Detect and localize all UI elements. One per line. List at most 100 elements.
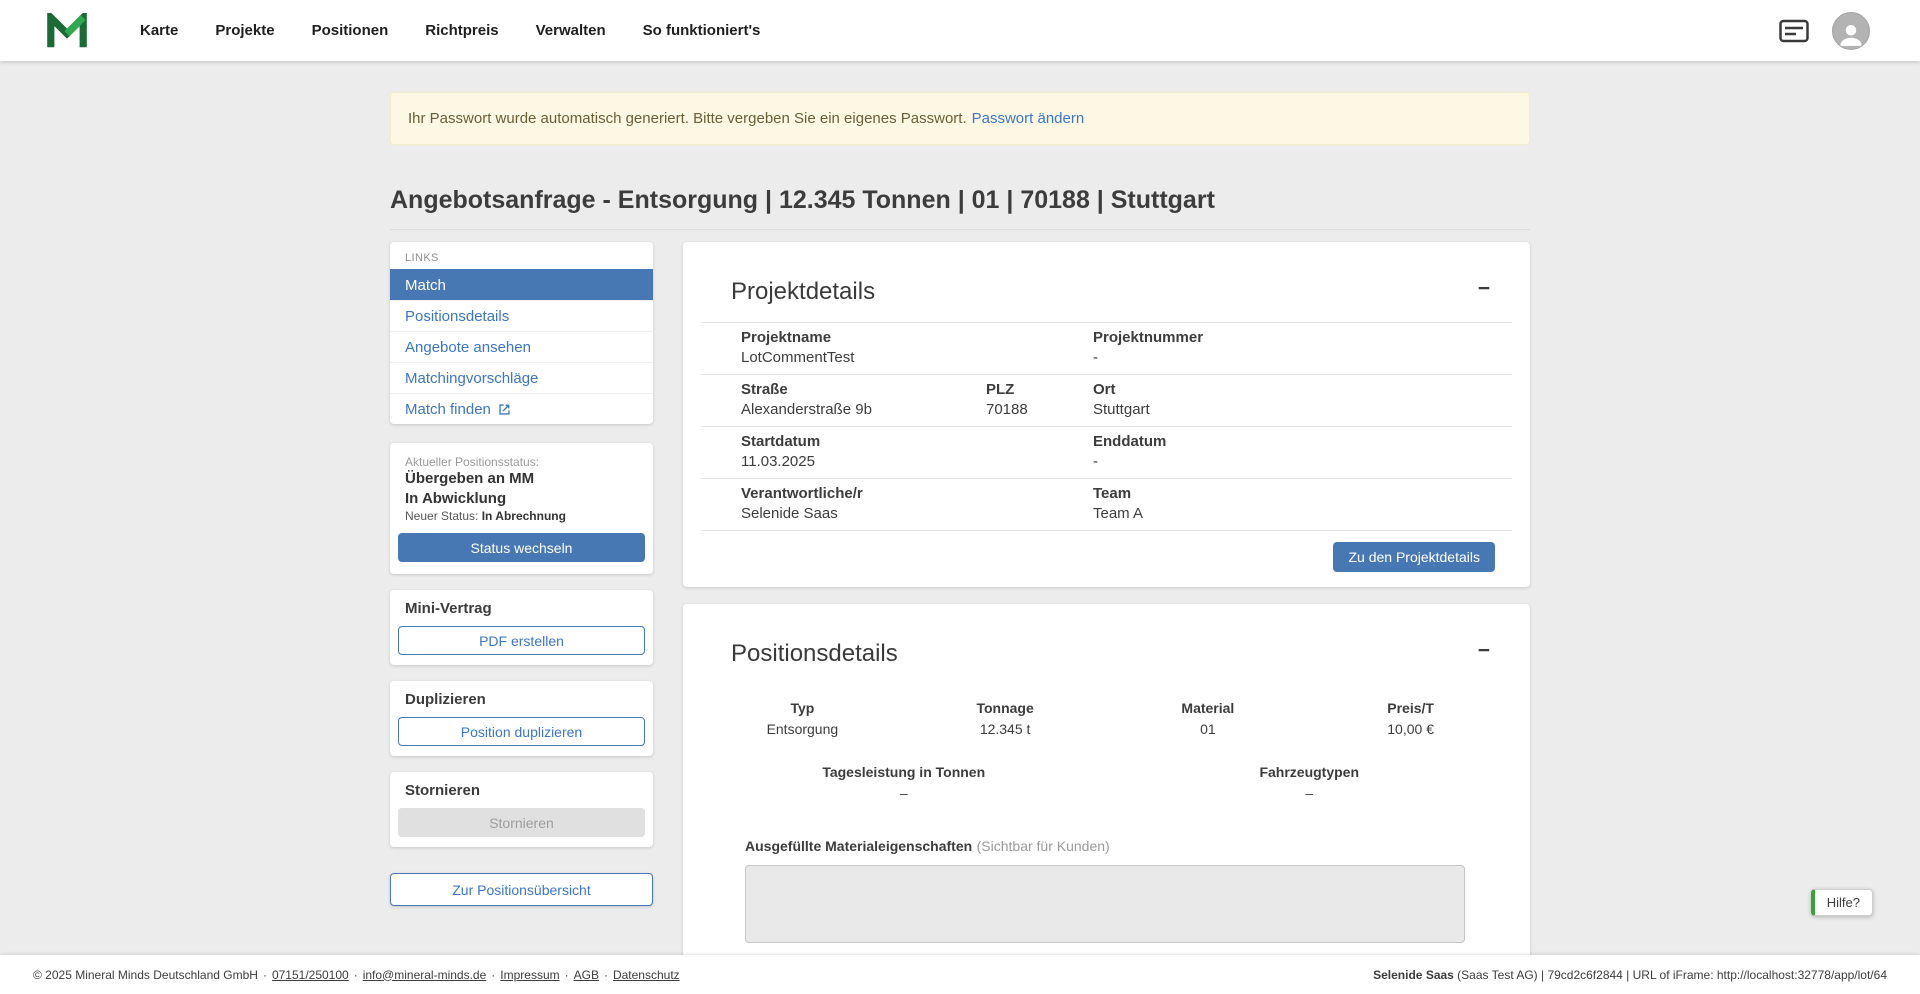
preis-field: Preis/T 10,00 € (1309, 700, 1512, 738)
footer-link-phone[interactable]: 07151/250100 (272, 968, 349, 982)
team-label: Team (1093, 484, 1512, 504)
footer-user-name: Selenide Saas (1373, 968, 1454, 982)
server-icon (1779, 19, 1809, 43)
footer-left: © 2025 Mineral Minds Deutschland GmbH · … (33, 968, 680, 982)
page-content: Ihr Passwort wurde automatisch generiert… (0, 61, 1920, 955)
stornieren-button[interactable]: Stornieren (398, 808, 645, 837)
sidebar-item-positionsdetails[interactable]: Positionsdetails (390, 300, 653, 331)
sidebar-item-matchingvorschlaege[interactable]: Matchingvorschläge (390, 362, 653, 393)
projektname-label: Projektname (741, 328, 986, 348)
footer-link-agb[interactable]: AGB (574, 968, 599, 982)
tonnage-value: 12.345 t (904, 721, 1107, 738)
tagesleistung-value: – (701, 785, 1107, 802)
tagesleistung-label: Tagesleistung in Tonnen (701, 764, 1107, 781)
sidebar-item-angebote-ansehen[interactable]: Angebote ansehen (390, 331, 653, 362)
verantwortliche-value: Selenide Saas (741, 504, 986, 524)
ort-field: Ort Stuttgart (1093, 380, 1512, 420)
strasse-label: Straße (741, 380, 986, 400)
enddatum-value: - (1093, 452, 1512, 472)
new-status-label: Neuer Status: (405, 509, 478, 523)
new-status-value: In Abrechnung (482, 509, 566, 523)
verantwortliche-field: Verantwortliche/r Selenide Saas (741, 484, 986, 524)
footer-user-rest: (Saas Test AG) | 79cd2c6f2844 | URL of i… (1454, 968, 1887, 982)
nav-item-projekte[interactable]: Projekte (215, 22, 274, 39)
projektname-field: Projektname LotCommentTest (741, 328, 986, 368)
page-title: Angebotsanfrage - Entsorgung | 12.345 To… (390, 185, 1530, 215)
strasse-value: Alexanderstraße 9b (741, 400, 986, 420)
position-summary-row: Typ Entsorgung Tonnage 12.345 t Material… (701, 700, 1512, 738)
sidebar-item-matchingvorschlaege-label: Matchingvorschläge (405, 370, 538, 387)
typ-label: Typ (701, 700, 904, 717)
status-line-1: Übergeben an MM (405, 469, 638, 489)
sidebar-item-match-label: Match (405, 277, 446, 294)
status-line-2: In Abwicklung (405, 489, 638, 509)
status-wechseln-button[interactable]: Status wechseln (398, 533, 645, 562)
footer-separator: · (565, 968, 569, 982)
team-field: Team Team A (1093, 484, 1512, 524)
preis-label: Preis/T (1309, 700, 1512, 717)
avatar[interactable] (1832, 12, 1870, 50)
nav-item-so-funktionierts[interactable]: So funktioniert's (643, 22, 761, 39)
zur-positionsuebersicht-button[interactable]: Zur Positionsübersicht (390, 873, 653, 906)
footer-link-email[interactable]: info@mineral-minds.de (363, 968, 487, 982)
projektnummer-field: Projektnummer - (1093, 328, 1512, 368)
positionsdetails-card: Positionsdetails − Typ Entsorgung Tonnag… (683, 604, 1530, 955)
projektdetails-table: Projektname LotCommentTest Projektnummer… (701, 322, 1512, 531)
strasse-field: Straße Alexanderstraße 9b (741, 380, 986, 420)
sidebar-item-positionsdetails-label: Positionsdetails (405, 308, 509, 325)
zu-den-projektdetails-button[interactable]: Zu den Projektdetails (1333, 542, 1495, 572)
nav-item-richtpreis[interactable]: Richtpreis (425, 22, 498, 39)
position-secondary-row: Tagesleistung in Tonnen – Fahrzeugtypen … (701, 764, 1512, 802)
preis-value: 10,00 € (1309, 721, 1512, 738)
material-field: Material 01 (1107, 700, 1310, 738)
plz-field: PLZ 70188 (986, 380, 1093, 420)
tagesleistung-field: Tagesleistung in Tonnen – (701, 764, 1107, 802)
sidebar-item-match-finden-label: Match finden (405, 401, 491, 418)
verantwortliche-label: Verantwortliche/r (741, 484, 986, 504)
mineral-minds-logo-icon[interactable] (46, 13, 88, 49)
position-duplizieren-button[interactable]: Position duplizieren (398, 717, 645, 746)
external-link-icon (498, 403, 511, 416)
startdatum-field: Startdatum 11.03.2025 (741, 432, 986, 472)
typ-field: Typ Entsorgung (701, 700, 904, 738)
materialeigenschaften-textarea[interactable] (745, 865, 1465, 943)
positionsdetails-collapse-button[interactable]: − (1474, 640, 1494, 662)
sidebar-item-match-finden[interactable]: Match finden (390, 393, 653, 424)
plz-value: 70188 (986, 400, 1093, 420)
pdf-erstellen-button[interactable]: PDF erstellen (398, 626, 645, 655)
footer-separator: · (354, 968, 358, 982)
materialeigenschaften-section: Ausgefüllte Materialeigenschaften (Sicht… (745, 838, 1465, 943)
nav-item-verwalten[interactable]: Verwalten (536, 22, 606, 39)
server-icon-button[interactable] (1779, 19, 1809, 43)
password-alert: Ihr Passwort wurde automatisch generiert… (390, 92, 1530, 145)
team-value: Team A (1093, 504, 1512, 524)
projektname-value: LotCommentTest (741, 348, 986, 368)
projektdetails-card: Projektdetails − Projektname LotCommentT… (683, 242, 1530, 587)
top-navbar: Karte Projekte Positionen Richtpreis Ver… (0, 0, 1920, 61)
page-title-section: Angebotsanfrage - Entsorgung | 12.345 To… (390, 185, 1530, 230)
sidebar-item-match[interactable]: Match (390, 269, 653, 300)
password-change-link[interactable]: Passwort ändern (972, 110, 1085, 127)
projektdetails-collapse-button[interactable]: − (1474, 278, 1494, 300)
positionsdetails-title: Positionsdetails (731, 640, 898, 668)
links-card-title: LINKS (390, 242, 653, 269)
startdatum-value: 11.03.2025 (741, 452, 986, 472)
fahrzeugtypen-field: Fahrzeugtypen – (1107, 764, 1513, 802)
ort-label: Ort (1093, 380, 1512, 400)
duplizieren-title: Duplizieren (405, 691, 645, 709)
nav-item-karte[interactable]: Karte (140, 22, 178, 39)
fahrzeugtypen-label: Fahrzeugtypen (1107, 764, 1513, 781)
hilfe-button[interactable]: Hilfe? (1811, 889, 1873, 916)
fahrzeugtypen-value: – (1107, 785, 1513, 802)
enddatum-field: Enddatum - (1093, 432, 1512, 472)
links-card: LINKS Match Positionsdetails Angebote an… (390, 242, 653, 424)
projektdetails-title: Projektdetails (731, 278, 875, 306)
nav-item-positionen[interactable]: Positionen (312, 22, 389, 39)
new-status: Neuer Status: In Abrechnung (405, 509, 638, 524)
stornieren-card: Stornieren Stornieren (390, 772, 653, 847)
tonnage-field: Tonnage 12.345 t (904, 700, 1107, 738)
enddatum-label: Enddatum (1093, 432, 1512, 452)
footer-link-impressum[interactable]: Impressum (500, 968, 559, 982)
footer-link-datenschutz[interactable]: Datenschutz (613, 968, 680, 982)
navbar-right (1779, 12, 1870, 50)
